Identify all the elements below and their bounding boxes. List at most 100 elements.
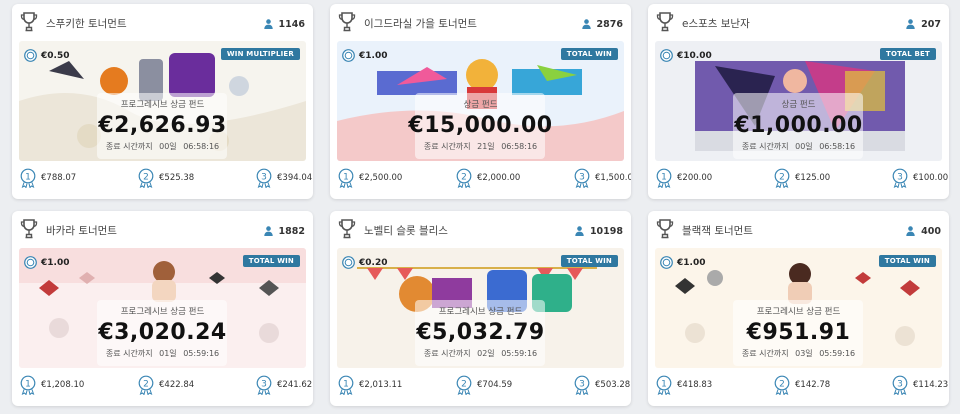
rank-1-icon: 1 <box>338 168 354 188</box>
min-bet-value: €1.00 <box>359 50 388 61</box>
time-left-label: 종료 시간까지 <box>741 142 789 151</box>
svg-text:1: 1 <box>343 172 349 182</box>
trophy-icon <box>656 12 674 32</box>
prize-rank-2: 2 €2,000.00 <box>456 168 520 188</box>
rank-1-icon: 1 <box>656 375 672 395</box>
player-count-value: 1146 <box>278 18 305 30</box>
prize-2-value: €125.00 <box>795 173 831 183</box>
countdown-timer: 종료 시간까지 03일 05:59:16 <box>655 348 942 359</box>
prize-rank-3: 3 €1,500.00 <box>574 168 631 188</box>
trophy-icon <box>338 219 356 239</box>
rank-1-icon: 1 <box>656 168 672 188</box>
min-bet: €0.20 <box>342 256 387 269</box>
svg-text:1: 1 <box>661 172 667 182</box>
tournament-title: 이그드라실 가을 토너먼트 <box>364 18 477 30</box>
pool-label: 프로그레시브 상금 펀드 <box>120 307 205 317</box>
tournament-type-badge: TOTAL WIN <box>560 48 618 60</box>
trophy-icon <box>20 12 38 32</box>
tournament-type-badge: TOTAL WIN <box>878 255 936 267</box>
tournament-title: 바카라 토너먼트 <box>46 225 117 237</box>
time-left: 05:59:16 <box>501 349 538 358</box>
prize-rank-3: 3 €394.04 <box>256 168 312 188</box>
user-icon <box>575 226 584 236</box>
svg-text:3: 3 <box>261 379 267 389</box>
pool-label: 상금 펀드 <box>463 100 498 110</box>
tournament-card[interactable]: e스포츠 보난자 207 €10.00 TOTAL BET 상금 펀드 €1,0… <box>648 4 949 199</box>
prize-rank-1: 1 €2,500.00 <box>338 168 402 188</box>
coin-icon <box>24 256 37 269</box>
countdown-timer: 종료 시간까지 00일 06:58:16 <box>19 141 306 152</box>
svg-text:3: 3 <box>579 172 585 182</box>
tournament-card[interactable]: 노벨티 슬롯 블리스 10198 €0.20 TOTAL WIN 프로그레시브 … <box>330 211 631 406</box>
trophy-icon <box>20 219 38 239</box>
countdown-timer: 종료 시간까지 01일 05:59:16 <box>19 348 306 359</box>
min-bet-value: €1.00 <box>41 257 70 268</box>
player-count: 1882 <box>263 224 305 238</box>
svg-text:1: 1 <box>661 379 667 389</box>
prize-rank-3: 3 €100.00 <box>892 168 948 188</box>
svg-text:1: 1 <box>343 379 349 389</box>
countdown-timer: 종료 시간까지 21일 06:58:16 <box>337 141 624 152</box>
prize-list: 1 €2,013.11 2 €704.59 3 €503.28 <box>330 375 631 399</box>
tournament-card[interactable]: 이그드라실 가을 토너먼트 2876 €1.00 TOTAL WIN 상금 펀드… <box>330 4 631 199</box>
player-count-value: 2876 <box>596 18 623 30</box>
tournament-type-badge: TOTAL WIN <box>242 255 300 267</box>
prize-3-value: €394.04 <box>277 173 313 183</box>
tournament-banner: €0.50 WIN MULTIPLIER 프로그레시브 상금 펀드 €2,626… <box>19 41 306 161</box>
tournament-type-badge: TOTAL BET <box>880 48 936 60</box>
coin-icon <box>24 49 37 62</box>
time-left-label: 종료 시간까지 <box>105 142 153 151</box>
tournament-card[interactable]: 블랙잭 토너먼트 400 €1.00 TOTAL WIN 프로그레시브 상금 펀… <box>648 211 949 406</box>
tournament-banner: €0.20 TOTAL WIN 프로그레시브 상금 펀드 €5,032.79 종… <box>337 248 624 368</box>
svg-text:2: 2 <box>143 172 149 182</box>
time-left: 05:59:16 <box>183 349 220 358</box>
svg-text:2: 2 <box>461 379 467 389</box>
prize-rank-1: 1 €200.00 <box>656 168 712 188</box>
days-left: 01일 <box>159 349 177 358</box>
prize-1-value: €2,500.00 <box>359 173 403 183</box>
prize-3-value: €100.00 <box>913 173 949 183</box>
prize-2-value: €422.84 <box>159 380 195 390</box>
rank-2-icon: 2 <box>774 375 790 395</box>
prize-rank-1: 1 €418.83 <box>656 375 712 395</box>
svg-text:3: 3 <box>579 379 585 389</box>
prize-2-value: €525.38 <box>159 173 195 183</box>
coin-icon <box>342 49 355 62</box>
user-icon <box>581 19 591 29</box>
tournament-card[interactable]: 스푸키한 토너먼트 1146 €0.50 WIN MULTIPLIER 프로그레… <box>12 4 313 199</box>
tournament-banner: €1.00 TOTAL WIN 프로그레시브 상금 펀드 €951.91 종료 … <box>655 248 942 368</box>
tournament-banner: €10.00 TOTAL BET 상금 펀드 €1,000.00 종료 시간까지… <box>655 41 942 161</box>
prize-rank-1: 1 €788.07 <box>20 168 76 188</box>
card-header: 노벨티 슬롯 블리스 10198 <box>330 211 631 247</box>
tournament-banner: €1.00 TOTAL WIN 상금 펀드 €15,000.00 종료 시간까지… <box>337 41 624 161</box>
tournament-title: e스포츠 보난자 <box>682 18 750 30</box>
card-header: 바카라 토너먼트 1882 <box>12 211 313 247</box>
prize-pool-amount: €5,032.79 <box>416 320 545 345</box>
time-left: 05:59:16 <box>819 349 856 358</box>
prize-list: 1 €418.83 2 €142.78 3 €114.23 <box>648 375 949 399</box>
prize-1-value: €200.00 <box>677 173 713 183</box>
rank-3-icon: 3 <box>892 168 908 188</box>
prize-rank-1: 1 €1,208.10 <box>20 375 84 395</box>
card-header: 이그드라실 가을 토너먼트 2876 <box>330 4 631 40</box>
tournament-type-badge: TOTAL WIN <box>560 255 618 267</box>
prize-1-value: €2,013.11 <box>359 380 403 390</box>
tournament-card[interactable]: 바카라 토너먼트 1882 €1.00 TOTAL WIN 프로그레시브 상금 … <box>12 211 313 406</box>
min-bet: €1.00 <box>24 256 69 269</box>
prize-list: 1 €788.07 2 €525.38 3 €394.04 <box>12 168 313 192</box>
pool-label: 프로그레시브 상금 펀드 <box>438 307 523 317</box>
svg-text:3: 3 <box>261 172 267 182</box>
rank-2-icon: 2 <box>774 168 790 188</box>
prize-rank-1: 1 €2,013.11 <box>338 375 402 395</box>
rank-2-icon: 2 <box>138 375 154 395</box>
rank-1-icon: 1 <box>338 375 354 395</box>
prize-3-value: €241.62 <box>277 380 313 390</box>
days-left: 03일 <box>795 349 813 358</box>
prize-rank-2: 2 €422.84 <box>138 375 194 395</box>
days-left: 21일 <box>477 142 495 151</box>
min-bet-value: €0.20 <box>359 257 388 268</box>
svg-text:2: 2 <box>779 172 785 182</box>
prize-rank-2: 2 €142.78 <box>774 375 830 395</box>
pool-label: 프로그레시브 상금 펀드 <box>756 307 841 317</box>
min-bet-value: €0.50 <box>41 50 70 61</box>
